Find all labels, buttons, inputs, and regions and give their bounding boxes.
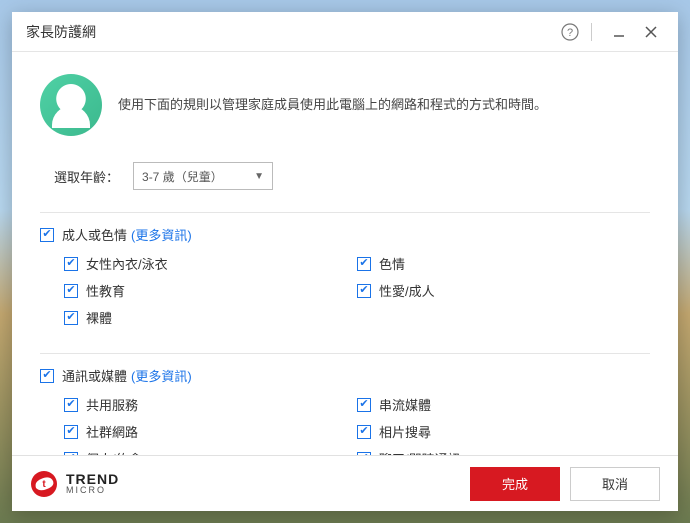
- age-row: 選取年齡： 3-7 歲（兒童） ▼: [54, 162, 650, 190]
- item-label: 性教育: [86, 281, 125, 300]
- divider: [40, 212, 650, 213]
- item-checkbox[interactable]: [357, 257, 371, 271]
- item-checkbox[interactable]: [357, 284, 371, 298]
- close-button[interactable]: [638, 19, 664, 45]
- item-label: 相片搜尋: [379, 422, 431, 441]
- item-checkbox[interactable]: [64, 311, 78, 325]
- category-section: 通訊或媒體 (更多資訊) 共用服務 串流媒體社群網路 相片搜尋個人/約會 聊天/即時通訊…: [40, 366, 650, 455]
- item-label: 聊天/即時通訊: [379, 449, 461, 455]
- section-header: 成人或色情 (更多資訊): [40, 225, 650, 244]
- age-label: 選取年齡：: [54, 167, 119, 186]
- help-button[interactable]: ?: [557, 19, 583, 45]
- item-checkbox[interactable]: [64, 398, 78, 412]
- svg-text:?: ?: [567, 27, 573, 39]
- section-header: 通訊或媒體 (更多資訊): [40, 366, 650, 385]
- avatar-icon: [40, 74, 102, 136]
- category-item: 性愛/成人: [357, 281, 650, 300]
- description-text: 使用下面的規則以管理家庭成員使用此電腦上的網路和程式的方式和時間。: [118, 95, 547, 116]
- caret-down-icon: ▼: [254, 171, 264, 182]
- content-scroll[interactable]: 使用下面的規則以管理家庭成員使用此電腦上的網路和程式的方式和時間。 選取年齡： …: [12, 52, 678, 455]
- titlebar-separator: [591, 23, 592, 41]
- item-checkbox[interactable]: [357, 425, 371, 439]
- item-label: 女性內衣/泳衣: [86, 254, 168, 273]
- brand-line2: MICRO: [66, 486, 119, 495]
- cancel-button[interactable]: 取消: [570, 467, 660, 501]
- trend-micro-icon: t: [30, 470, 58, 498]
- item-checkbox[interactable]: [64, 425, 78, 439]
- category-item: 聊天/即時通訊: [357, 449, 650, 455]
- item-checkbox[interactable]: [64, 257, 78, 271]
- section-items: 女性內衣/泳衣 色情性教育 性愛/成人裸體: [64, 254, 650, 335]
- brand-logo: t TREND MICRO: [30, 470, 119, 498]
- category-item: 色情: [357, 254, 650, 273]
- category-item: 共用服務: [64, 395, 357, 414]
- category-item: 裸體: [64, 308, 357, 327]
- category-item: 相片搜尋: [357, 422, 650, 441]
- category-section: 成人或色情 (更多資訊) 女性內衣/泳衣 色情性教育 性愛/成人裸體: [40, 225, 650, 335]
- header-row: 使用下面的規則以管理家庭成員使用此電腦上的網路和程式的方式和時間。: [40, 74, 650, 136]
- item-label: 個人/約會: [86, 449, 142, 455]
- brand-line1: TREND: [66, 472, 119, 486]
- item-checkbox[interactable]: [64, 284, 78, 298]
- item-label: 串流媒體: [379, 395, 431, 414]
- item-label: 色情: [379, 254, 405, 273]
- app-window: 家長防護網 ? 使用下面的規則以管理家庭成員使用此電腦上的網路和程式的方式和時間…: [12, 12, 678, 511]
- section-title: 成人或色情: [62, 225, 127, 244]
- section-items: 共用服務串流媒體社群網路相片搜尋個人/約會聊天/即時通訊軟體下載部落格/網路通訊…: [64, 395, 650, 455]
- footer: t TREND MICRO 完成 取消: [12, 455, 678, 511]
- minimize-button[interactable]: [606, 19, 632, 45]
- item-checkbox[interactable]: [357, 398, 371, 412]
- item-checkbox[interactable]: [357, 452, 371, 456]
- section-checkbox[interactable]: [40, 228, 54, 242]
- item-label: 性愛/成人: [379, 281, 435, 300]
- window-title: 家長防護網: [26, 22, 551, 42]
- section-checkbox[interactable]: [40, 369, 54, 383]
- item-label: 共用服務: [86, 395, 138, 414]
- category-item: 女性內衣/泳衣: [64, 254, 357, 273]
- done-button[interactable]: 完成: [470, 467, 560, 501]
- category-item: 性教育: [64, 281, 357, 300]
- category-item: 個人/約會: [64, 449, 357, 455]
- section-title: 通訊或媒體: [62, 366, 127, 385]
- more-info-link[interactable]: (更多資訊): [131, 366, 192, 385]
- titlebar: 家長防護網 ?: [12, 12, 678, 52]
- item-label: 裸體: [86, 308, 112, 327]
- item-checkbox[interactable]: [64, 452, 78, 456]
- age-value: 3-7 歲（兒童）: [142, 168, 223, 185]
- age-dropdown[interactable]: 3-7 歲（兒童） ▼: [133, 162, 273, 190]
- more-info-link[interactable]: (更多資訊): [131, 225, 192, 244]
- divider: [40, 353, 650, 354]
- item-label: 社群網路: [86, 422, 138, 441]
- category-item: 社群網路: [64, 422, 357, 441]
- category-item: 串流媒體: [357, 395, 650, 414]
